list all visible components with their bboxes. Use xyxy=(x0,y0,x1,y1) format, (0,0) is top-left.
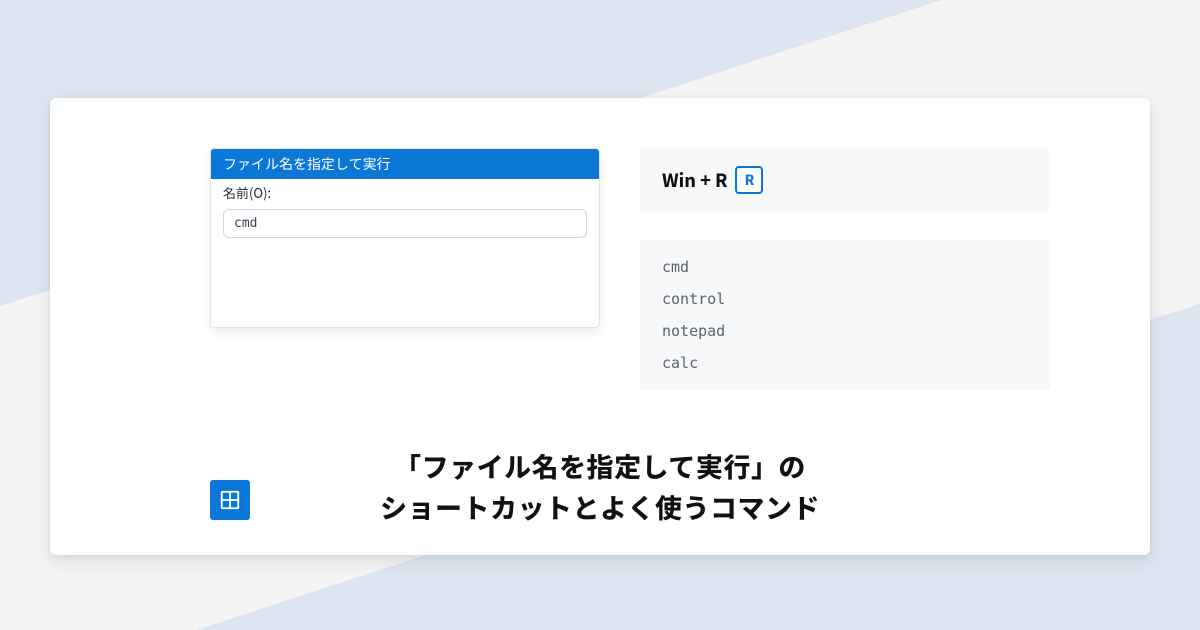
command-item: cmd xyxy=(662,258,1028,276)
columns: ファイル名を指定して実行 名前(O): Win + R R cmd contro… xyxy=(50,98,1150,428)
shortcut-key-badge: R xyxy=(735,166,763,194)
command-item: control xyxy=(662,290,1028,308)
run-dialog-body: 名前(O): xyxy=(211,179,599,250)
windows-icon xyxy=(210,480,250,520)
commands-panel: cmd control notepad calc xyxy=(640,240,1050,390)
command-item: notepad xyxy=(662,322,1028,340)
shortcut-row: Win + R R xyxy=(662,166,1028,194)
run-dialog-label: 名前(O): xyxy=(223,183,587,202)
shortcut-panel: Win + R R xyxy=(640,148,1050,212)
run-dialog-input[interactable] xyxy=(223,209,587,238)
run-dialog-titlebar: ファイル名を指定して実行 xyxy=(211,149,599,179)
right-column: Win + R R cmd control notepad calc xyxy=(640,148,1050,428)
command-item: calc xyxy=(662,354,1028,372)
content-card: ファイル名を指定して実行 名前(O): Win + R R cmd contro… xyxy=(50,98,1150,555)
run-dialog-title: ファイル名を指定して実行 xyxy=(223,154,391,174)
shortcut-text: Win + R xyxy=(662,167,727,193)
run-dialog: ファイル名を指定して実行 名前(O): xyxy=(210,148,600,328)
